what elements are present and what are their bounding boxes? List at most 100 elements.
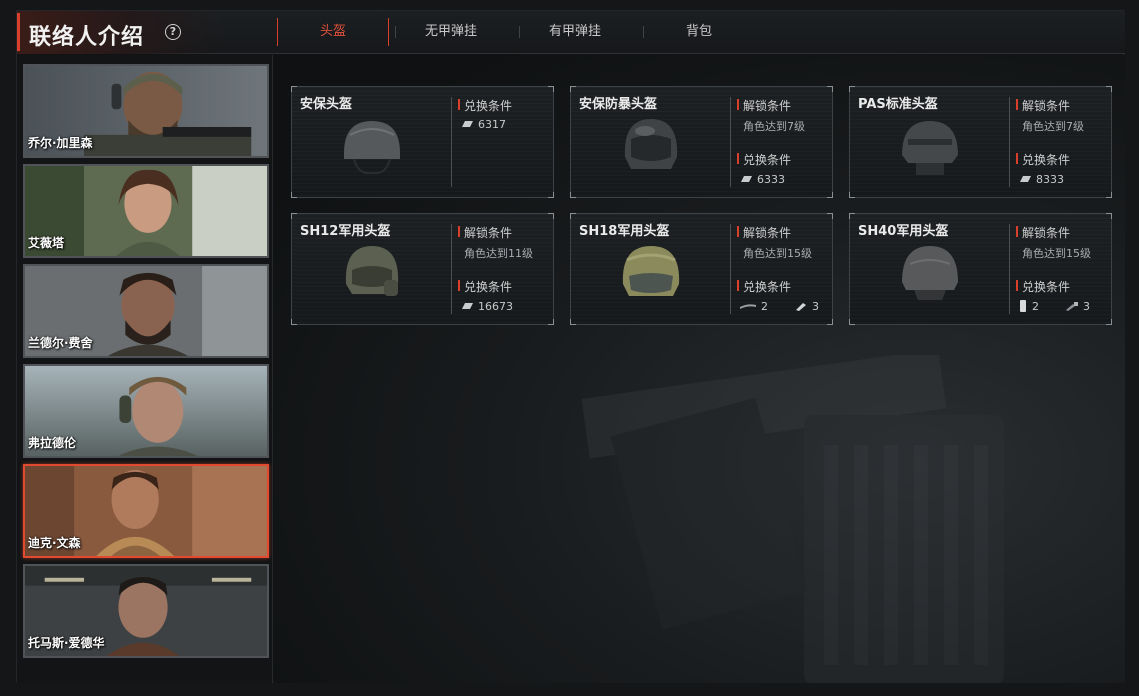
item-name: PAS标准头盔 [858, 97, 938, 112]
item-card-sh12-helmet[interactable]: SH12军用头盔 解锁条件 角色达到11级 兑换条件 16673 [291, 213, 554, 325]
exchange-cost: 2 3 [1018, 299, 1090, 313]
contact-window: 联络人介绍 ? 头盔 无甲弹挂 有甲弹挂 背包 乔尔·加里森 艾薇塔 兰德尔·费… [16, 10, 1125, 683]
exchange-condition-label: 兑换条件 [1016, 278, 1070, 295]
unlock-condition-value: 角色达到7级 [1022, 120, 1084, 133]
cost-value: 6333 [757, 172, 785, 186]
item-card-riot-helmet[interactable]: 安保防暴头盔 解锁条件 角色达到7级 兑换条件 6333 [570, 86, 833, 198]
tab-armored-rig[interactable]: 有甲弹挂 [519, 18, 631, 46]
contact-card-joel-garrison[interactable]: 乔尔·加里森 [23, 64, 269, 158]
contact-card-evita[interactable]: 艾薇塔 [23, 164, 269, 258]
card-corner [570, 319, 576, 325]
exchange-cost: 2 3 [739, 299, 819, 313]
material-a-count: 2 [761, 299, 768, 313]
card-corner [570, 192, 576, 198]
card-corner [1106, 192, 1112, 198]
contact-name: 托马斯·爱德华 [28, 636, 105, 650]
card-corner [291, 213, 297, 219]
page-title: 联络人介绍 [29, 25, 145, 50]
contact-card-dick-vinson[interactable]: 迪克·文森 [23, 464, 269, 558]
helmet-icon [344, 121, 400, 175]
item-card-sh18-helmet[interactable]: SH18军用头盔 解锁条件 角色达到15级 兑换条件 2 3 [570, 213, 833, 325]
contact-name: 艾薇塔 [28, 236, 65, 250]
card-corner [849, 319, 855, 325]
card-corner [548, 213, 554, 219]
unlock-condition-value: 角色达到11级 [464, 247, 533, 260]
exchange-cost: 16673 [460, 299, 513, 313]
unlock-condition-label: 解锁条件 [1016, 97, 1070, 114]
item-name: 安保头盔 [300, 97, 353, 112]
helmet-icon [902, 121, 958, 175]
helmet-icon [622, 246, 680, 296]
card-corner [570, 86, 576, 92]
unlock-condition-label: 解锁条件 [737, 224, 791, 241]
tab-helmet[interactable]: 头盔 [277, 18, 389, 46]
item-name: SH12军用头盔 [300, 224, 391, 239]
header-bar: 联络人介绍 ? 头盔 无甲弹挂 有甲弹挂 背包 [17, 11, 1125, 54]
card-divider [451, 224, 452, 314]
unlock-condition-value: 角色达到15级 [743, 247, 812, 260]
card-corner [849, 86, 855, 92]
card-divider [451, 97, 452, 187]
material-b-count: 3 [1083, 299, 1090, 313]
card-corner [827, 213, 833, 219]
cost-value: 6317 [478, 117, 506, 131]
card-divider [730, 97, 731, 187]
unlock-condition-value: 角色达到7级 [743, 120, 805, 133]
unlock-condition-label: 解锁条件 [1016, 224, 1070, 241]
item-panel: 安保头盔 兑换条件 6317 安保防暴头盔 解锁条件 角色达到7级 兑换条件 6… [274, 55, 1125, 683]
card-corner [849, 192, 855, 198]
card-corner [291, 86, 297, 92]
contact-name: 兰德尔·费舍 [28, 336, 93, 350]
material-a-count: 2 [1032, 299, 1039, 313]
exchange-condition-label: 兑换条件 [1016, 151, 1070, 168]
exchange-cost: 6333 [739, 172, 785, 186]
contact-card-thomas-edward[interactable]: 托马斯·爱德华 [23, 564, 269, 658]
battery-icon [1020, 300, 1026, 312]
cost-value: 16673 [478, 299, 513, 313]
exchange-condition-label: 兑换条件 [737, 151, 791, 168]
tab-unarmored-rig[interactable]: 无甲弹挂 [395, 18, 507, 46]
card-corner [827, 319, 833, 325]
item-card-pas-helmet[interactable]: PAS标准头盔 解锁条件 角色达到7级 兑换条件 8333 [849, 86, 1112, 198]
item-card-sh40-helmet[interactable]: SH40军用头盔 解锁条件 角色达到15级 兑换条件 2 3 [849, 213, 1112, 325]
item-card-security-helmet[interactable]: 安保头盔 兑换条件 6317 [291, 86, 554, 198]
exchange-cost: 6317 [460, 117, 506, 131]
tab-backpack[interactable]: 背包 [643, 18, 755, 46]
card-divider [730, 224, 731, 314]
material-b-count: 3 [812, 299, 819, 313]
contact-card-vladlen[interactable]: 弗拉德伦 [23, 364, 269, 458]
cable-tie-icon [740, 304, 756, 309]
exchange-condition-label: 兑换条件 [737, 278, 791, 295]
help-icon[interactable]: ? [165, 24, 181, 40]
card-corner [849, 213, 855, 219]
silver-bar-icon [462, 303, 473, 309]
card-corner [548, 86, 554, 92]
card-corner [548, 192, 554, 198]
card-corner [827, 192, 833, 198]
silver-bar-icon [462, 121, 473, 127]
item-name: 安保防暴头盔 [579, 97, 658, 112]
card-corner [291, 319, 297, 325]
background-weapon-artwork [581, 355, 1004, 683]
card-corner [827, 86, 833, 92]
card-corner [1106, 86, 1112, 92]
exchange-cost: 8333 [1018, 172, 1064, 186]
unlock-condition-label: 解锁条件 [737, 97, 791, 114]
tool-part-icon [796, 303, 806, 311]
card-corner [570, 213, 576, 219]
unlock-condition-label: 解锁条件 [458, 224, 512, 241]
card-corner [548, 319, 554, 325]
card-corner [1106, 213, 1112, 219]
contact-sidebar: 乔尔·加里森 艾薇塔 兰德尔·费舍 弗拉德伦 迪克·文森 托马斯·爱德华 [17, 55, 273, 683]
item-name: SH40军用头盔 [858, 224, 949, 239]
contact-name: 乔尔·加里森 [28, 136, 93, 150]
screwdriver-icon [1066, 302, 1078, 311]
contact-name: 弗拉德伦 [28, 436, 77, 450]
helmet-icon [345, 246, 399, 296]
silver-bar-icon [1020, 176, 1031, 182]
exchange-condition-label: 兑换条件 [458, 97, 512, 114]
card-corner [291, 192, 297, 198]
card-divider [1009, 97, 1010, 187]
contact-card-randall-fisher[interactable]: 兰德尔·费舍 [23, 264, 269, 358]
helmet-icon [624, 119, 678, 169]
